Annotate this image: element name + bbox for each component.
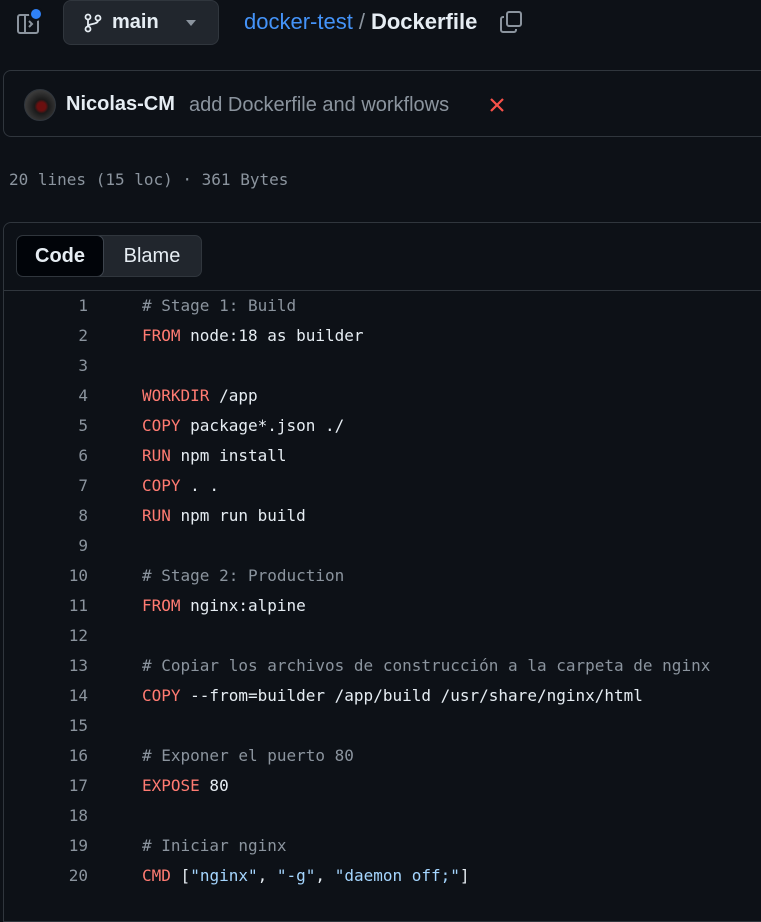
git-branch-icon (84, 13, 102, 32)
code-line[interactable]: 18 (4, 800, 761, 830)
copy-icon (500, 11, 523, 33)
line-number[interactable]: 20 (4, 866, 88, 885)
code-line[interactable]: 14 COPY --from=builder /app/build /usr/sh… (4, 680, 761, 710)
line-number[interactable]: 17 (4, 776, 88, 795)
code-line[interactable]: 11 FROM nginx:alpine (4, 590, 761, 620)
breadcrumb: docker-test / Dockerfile (244, 9, 525, 35)
file-name: Dockerfile (370, 9, 478, 34)
line-content: # Stage 1: Build (142, 295, 297, 315)
line-number[interactable]: 11 (4, 596, 88, 615)
line-content: # Copiar los archivos de construcción a … (142, 655, 711, 675)
code-line[interactable]: 19 # Iniciar nginx (4, 830, 761, 860)
view-toggle: Code Blame (16, 235, 202, 277)
chevron-down-icon (186, 19, 196, 26)
line-number[interactable]: 13 (4, 656, 88, 675)
commit-message[interactable]: add Dockerfile and workflows (189, 94, 449, 117)
code-line[interactable]: 8 RUN npm run build (4, 500, 761, 530)
code-line[interactable]: 1 # Stage 1: Build (4, 290, 761, 320)
line-content: FROM node:18 as builder (142, 325, 364, 345)
line-number[interactable]: 16 (4, 746, 88, 765)
failed-status-icon[interactable] (488, 94, 506, 114)
line-number[interactable]: 7 (4, 476, 88, 495)
line-number[interactable]: 15 (4, 716, 88, 735)
code-line[interactable]: 20 CMD ["nginx", "-g", "daemon off;"] (4, 860, 761, 890)
code-line[interactable]: 7 COPY . . (4, 470, 761, 500)
line-number[interactable]: 1 (4, 296, 88, 315)
code-line[interactable]: 16 # Exponer el puerto 80 (4, 740, 761, 770)
line-number[interactable]: 3 (4, 356, 88, 375)
line-content: CMD ["nginx", "-g", "daemon off;"] (142, 865, 470, 885)
line-content: # Exponer el puerto 80 (142, 745, 354, 765)
line-number[interactable]: 19 (4, 836, 88, 855)
code-line[interactable]: 2 FROM node:18 as builder (4, 320, 761, 350)
side-panel-toggle-button[interactable] (14, 7, 43, 38)
code-line[interactable]: 12 (4, 620, 761, 650)
code-line[interactable]: 15 (4, 710, 761, 740)
line-content: RUN npm install (142, 445, 287, 465)
code-line[interactable]: 17 EXPOSE 80 (4, 770, 761, 800)
top-bar: main docker-test / Dockerfile (0, 0, 761, 48)
code-line[interactable]: 9 (4, 530, 761, 560)
line-content: FROM nginx:alpine (142, 595, 306, 615)
line-number[interactable]: 14 (4, 686, 88, 705)
line-number[interactable]: 4 (4, 386, 88, 405)
line-content: # Iniciar nginx (142, 835, 287, 855)
line-content: # Stage 2: Production (142, 565, 345, 585)
line-content: WORKDIR /app (142, 385, 258, 405)
line-content: COPY --from=builder /app/build /usr/shar… (142, 685, 643, 705)
breadcrumb-separator: / (358, 9, 365, 34)
code-line[interactable]: 6 RUN npm install (4, 440, 761, 470)
line-number[interactable]: 8 (4, 506, 88, 525)
line-number[interactable]: 6 (4, 446, 88, 465)
line-number[interactable]: 2 (4, 326, 88, 345)
code-viewer-header: Code Blame (4, 223, 761, 291)
branch-selector-button[interactable]: main (63, 0, 219, 45)
tab-code[interactable]: Code (17, 236, 104, 276)
code-viewer: Code Blame 1 # Stage 1: Build 2 FROM node:1… (3, 222, 761, 922)
code-line[interactable]: 10 # Stage 2: Production (4, 560, 761, 590)
line-number[interactable]: 18 (4, 806, 88, 825)
code-line[interactable]: 3 (4, 350, 761, 380)
line-number[interactable]: 10 (4, 566, 88, 585)
branch-name: main (112, 11, 159, 33)
code-line[interactable]: 13 # Copiar los archivos de construcción … (4, 650, 761, 680)
line-number[interactable]: 12 (4, 626, 88, 645)
line-number[interactable]: 9 (4, 536, 88, 555)
copy-path-button[interactable] (499, 9, 525, 35)
code-line[interactable]: 5 COPY package*.json ./ (4, 410, 761, 440)
file-stats: 20 lines (15 loc) · 361 Bytes (9, 170, 289, 189)
notification-dot (29, 7, 43, 21)
repo-link[interactable]: docker-test (244, 9, 353, 35)
code-line[interactable]: 4 WORKDIR /app (4, 380, 761, 410)
line-content: RUN npm run build (142, 505, 306, 525)
avatar[interactable] (24, 89, 56, 121)
commit-author[interactable]: Nicolas-CM (66, 93, 175, 116)
latest-commit-box: Nicolas-CM add Dockerfile and workflows (3, 70, 761, 137)
line-number[interactable]: 5 (4, 416, 88, 435)
line-content: EXPOSE 80 (142, 775, 229, 795)
tab-blame[interactable]: Blame (103, 236, 201, 276)
line-content: COPY . . (142, 475, 220, 495)
line-content: COPY package*.json ./ (142, 415, 345, 435)
